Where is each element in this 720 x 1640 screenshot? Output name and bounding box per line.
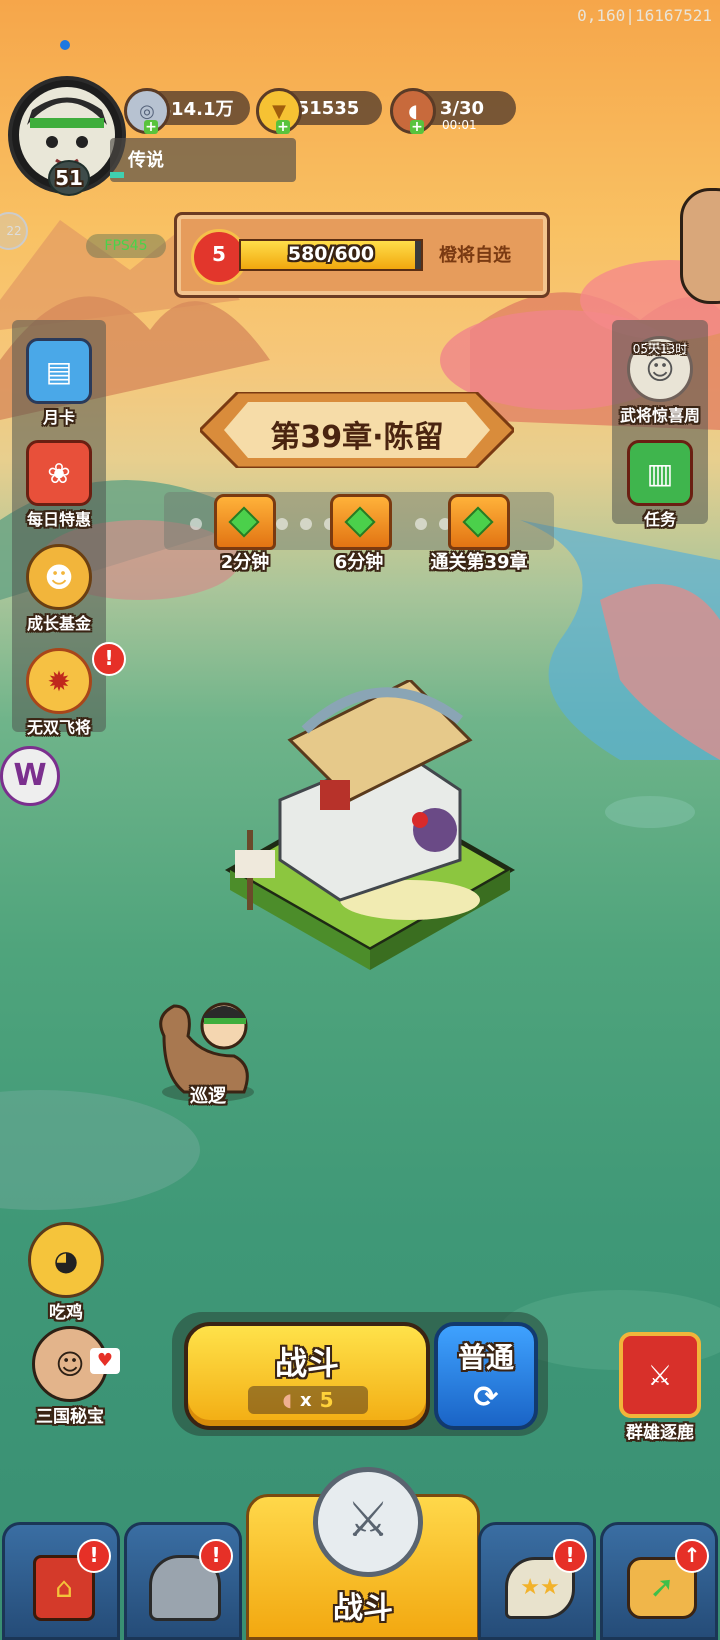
quest-action-label[interactable]: 橙将自选: [439, 241, 511, 267]
chest-icon: [214, 494, 276, 550]
lucky-wheel-icon: ✹: [26, 648, 92, 714]
treasure-event[interactable]: ☺ 三国秘宝: [20, 1326, 120, 1427]
right-menu-label: 武将惊喜周: [619, 406, 700, 425]
game-scene: 0,160|16167521 51 传说 414.1万 ◎ + 51535 ▼ …: [0, 0, 720, 1640]
quest-progress-panel[interactable]: 5 580/600 橙将自选: [174, 212, 550, 298]
scroll-icon: ▥: [627, 440, 693, 506]
stage-building-icon[interactable]: [210, 680, 530, 990]
gift-bag-icon: ❀: [26, 440, 92, 506]
star-level: 5: [212, 242, 226, 266]
month-card-icon: ▤: [26, 338, 92, 404]
reward-label-1: 2分钟: [220, 552, 270, 573]
heroes-alert-icon: !: [553, 1539, 587, 1573]
player-level: 51: [48, 160, 90, 196]
add-stamina-icon[interactable]: +: [410, 120, 424, 134]
growth-fund-icon: ☻: [26, 544, 92, 610]
battle-cost-multiplier: x: [299, 1389, 312, 1411]
warlords-label: 群雄逐鹿: [626, 1423, 694, 1443]
battle-cost-value: 5: [319, 1388, 334, 1412]
refresh-icon: ⟳: [473, 1380, 499, 1415]
left-menu-label: 无双飞将: [26, 718, 91, 737]
debug-readout: 0,160|16167521: [577, 6, 712, 25]
gold-currency[interactable]: 51535 ▼ +: [256, 88, 382, 134]
shop-alert-icon: !: [77, 1539, 111, 1573]
nav-tab-heroes[interactable]: ★★ !: [478, 1522, 596, 1640]
title-progress: [110, 172, 124, 178]
side-circle-value: 22: [6, 224, 22, 238]
general-week-timer: 05天13时: [632, 342, 688, 356]
left-menu-item-growth-fund[interactable]: ☻ 成长基金: [14, 544, 104, 634]
add-gold-icon[interactable]: +: [276, 120, 290, 134]
player-avatar[interactable]: 51: [8, 76, 126, 196]
left-menu-label: 每日特惠: [26, 510, 91, 529]
fps-counter: FPS45: [86, 234, 166, 258]
chest-icon: [330, 494, 392, 550]
left-menu-item-daily-deal[interactable]: ❀ 每日特惠: [14, 440, 104, 530]
treasure-label: 三国秘宝: [36, 1407, 104, 1427]
nav-tab-equipment[interactable]: !: [124, 1522, 242, 1640]
equipment-alert-icon: !: [199, 1539, 233, 1573]
lucky-wheel-alert-icon: !: [92, 642, 126, 676]
warlords-event[interactable]: ⚔ 群雄逐鹿: [604, 1332, 716, 1443]
chicken-event[interactable]: ◕ 吃鸡: [24, 1222, 108, 1323]
mode-button-label: 普通: [457, 1341, 514, 1374]
right-menu-label: 任务: [643, 510, 676, 529]
nav-tab-shop[interactable]: ⌂ !: [2, 1522, 120, 1640]
silver-currency[interactable]: 414.1万 ◎ +: [124, 88, 250, 134]
reward-label-3: 通关第39章: [430, 552, 528, 573]
left-menu-label: 月卡: [42, 408, 75, 427]
left-menu-item-month-card[interactable]: ▤ 月卡: [14, 338, 104, 428]
meat-cost-icon: ◖: [282, 1389, 292, 1411]
crossed-swords-icon: ⚔: [313, 1467, 423, 1577]
quest-progress-track: 580/600: [239, 239, 423, 271]
stamina-timer: 00:01: [442, 118, 477, 132]
left-menu-item-lucky-wheel[interactable]: ✹ 无双飞将: [14, 648, 104, 738]
add-silver-icon[interactable]: +: [144, 120, 158, 134]
quest-progress-text: 580/600: [287, 243, 375, 265]
left-menu-label: 成长基金: [26, 614, 91, 633]
reward-chest-3[interactable]: [448, 494, 510, 550]
reward-label-2: 6分钟: [334, 552, 384, 573]
banner-icon: ⚔: [619, 1332, 701, 1418]
advisor-portrait-icon[interactable]: [680, 188, 720, 304]
right-menu-item-tasks[interactable]: ▥ 任务: [612, 440, 708, 530]
reward-chest-2[interactable]: [330, 494, 392, 550]
chapter-title: 第39章·陈留: [270, 420, 444, 455]
player-title: 传说: [128, 150, 164, 171]
nav-tab-battle[interactable]: ⚔ 战斗: [246, 1467, 480, 1640]
player-title-bar: 传说: [110, 138, 296, 182]
heart-note-icon: ♥: [90, 1348, 120, 1374]
reward-chest-1[interactable]: [214, 494, 276, 550]
battle-cost: ◖ x 5: [248, 1386, 368, 1414]
right-menu-item-general-week[interactable]: ☺ 05天13时 武将惊喜周: [612, 336, 708, 426]
notification-dot: [60, 40, 70, 50]
stamina-currency[interactable]: 3/30 ◖ + 00:01: [390, 88, 516, 134]
upgrade-arrow-icon: ↑: [675, 1539, 709, 1573]
nav-battle-label: 战斗: [333, 1591, 393, 1626]
patrol-label: 巡逻: [190, 1086, 226, 1107]
chicken-label: 吃鸡: [49, 1303, 83, 1323]
chest-icon: [448, 494, 510, 550]
chapter-banner[interactable]: 第39章·陈留: [200, 392, 514, 468]
nav-tab-upgrade[interactable]: ➚ ↑: [600, 1522, 718, 1640]
chicken-icon: ◕: [28, 1222, 104, 1298]
battle-button[interactable]: 战斗 ◖ x 5: [184, 1322, 430, 1430]
battle-button-label: 战斗: [274, 1344, 339, 1382]
w-logo-icon[interactable]: W: [0, 746, 60, 806]
mode-button[interactable]: 普通 ⟳: [434, 1322, 538, 1430]
